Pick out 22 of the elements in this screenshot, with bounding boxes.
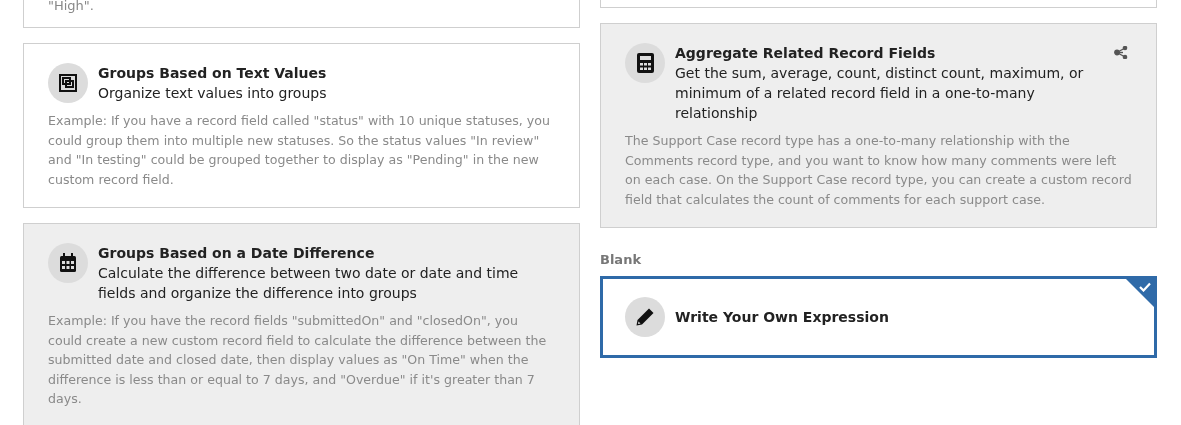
card-title: Aggregate Related Record Fields [675, 44, 937, 63]
card-example: The Support Case record type has a one-to-many relationship with the Comments record type, and you want to know how many comments were left on each case. On the Support Case record type, you can create a custom record field that calculates the count of comments for each support case. [625, 132, 1132, 209]
option-card[interactable]: "High". [23, 0, 580, 28]
card-subtitle: Get the sum, average, count, distinct count, maximum, or minimum of a related record field in a one-to-many relationship [675, 64, 1085, 123]
card-title: Groups Based on Text Values [98, 64, 328, 83]
card-title: Write Your Own Expression [675, 308, 890, 327]
card-title: Groups Based on a Date Difference [98, 244, 376, 263]
selected-corner [1126, 279, 1154, 307]
option-card[interactable] [23, 223, 580, 425]
option-card[interactable]: Write Your Own Expression [600, 276, 1157, 358]
check-icon [1139, 282, 1151, 292]
section-heading: Blank [600, 252, 643, 267]
card-example: Example: If you have a record field called "status" with 10 unique statuses, you could group them into multiple new statuses. So the status values "In review" and "In testing" could be grouped together to display as "Pending" in the new custom record field. [48, 112, 551, 189]
option-card[interactable] [600, 23, 1157, 228]
calculator-icon [636, 53, 654, 73]
card-text: "High". [48, 0, 94, 15]
grouped-squares-icon [58, 73, 78, 93]
calendar-icon [59, 253, 77, 273]
pencil-icon [635, 307, 655, 327]
card-example: Example: If you have the record fields "submittedOn" and "closedOn", you could create a new custom record field to calculate the difference between the submitted date and closed date, then display values as "On Time" when the difference is less than or equal to 7 days, and "Overdue" if it's greater than 7 days. [48, 312, 548, 408]
card-subtitle: Calculate the difference between two date or date and time fields and organize the difference into groups [98, 264, 520, 303]
card-subtitle: Organize text values into groups [98, 84, 328, 103]
